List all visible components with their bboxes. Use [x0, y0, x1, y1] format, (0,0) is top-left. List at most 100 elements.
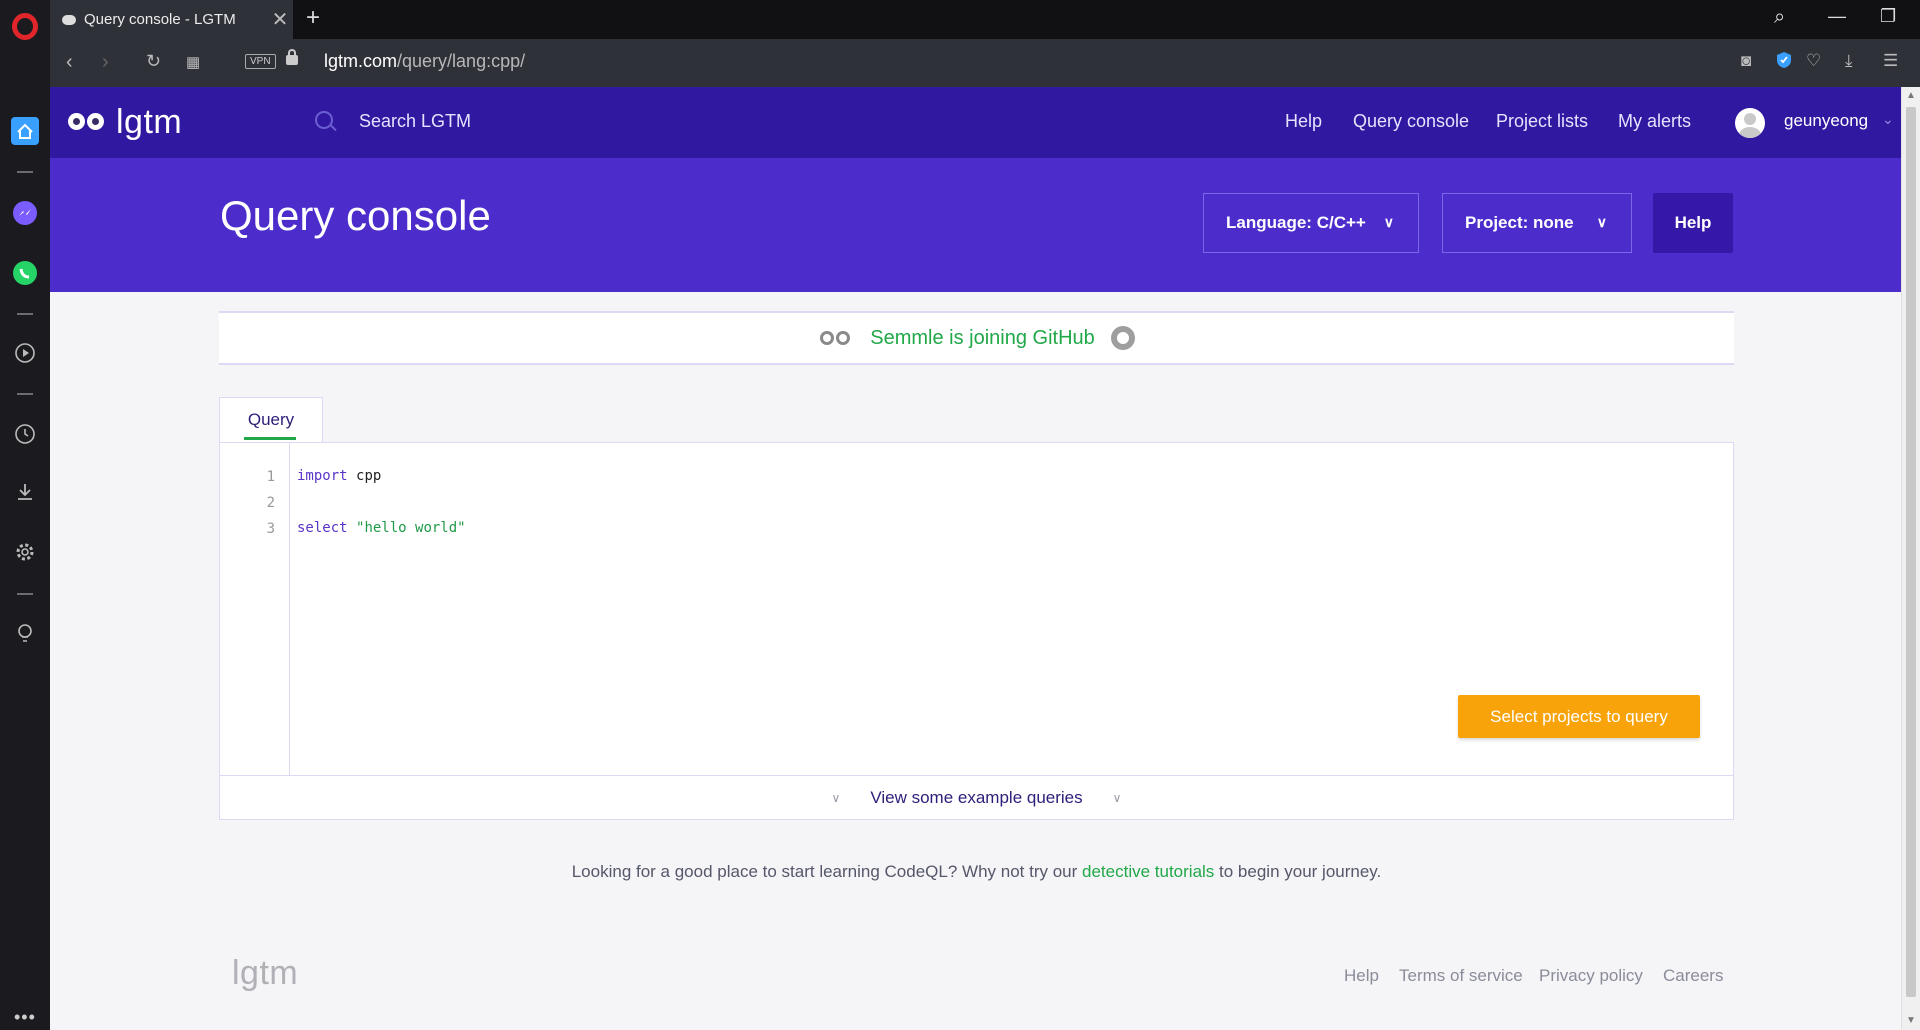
heart-icon[interactable]: ♡ — [1806, 51, 1821, 71]
user-avatar[interactable] — [1735, 108, 1765, 138]
owl-logo-icon — [818, 328, 852, 348]
code-line[interactable]: select "hello world" — [297, 520, 466, 536]
select-projects-button[interactable]: Select projects to query — [1458, 695, 1700, 738]
brand-text: lgtm — [116, 103, 183, 141]
browser-sidebar: ••• — [0, 0, 50, 1030]
opera-logo-icon[interactable] — [12, 13, 38, 40]
chevron-down-icon: ∨ — [1596, 214, 1607, 230]
help-button[interactable]: Help — [1653, 193, 1733, 253]
new-tab-icon[interactable]: + — [306, 4, 320, 32]
browser-tab[interactable]: Query console - LGTM ✕ — [50, 0, 293, 39]
tab-snapshot-grid-icon[interactable]: ▦ — [186, 53, 200, 71]
scroll-down-icon[interactable]: ▼ — [1906, 1015, 1916, 1026]
close-tab-icon[interactable]: ✕ — [267, 7, 293, 32]
lgtm-favicon-icon — [62, 14, 76, 25]
nav-project-lists[interactable]: Project lists — [1496, 111, 1588, 132]
minimize-icon[interactable]: — — [1828, 6, 1846, 27]
sidebar-divider — [17, 593, 33, 595]
page-scrollbar[interactable]: ▲ ▼ — [1901, 87, 1920, 1030]
search-input[interactable]: Search LGTM — [359, 111, 471, 132]
tab-query[interactable]: Query — [219, 397, 323, 442]
page-title: Query console — [220, 192, 491, 239]
nav-my-alerts[interactable]: My alerts — [1618, 111, 1691, 132]
shield-icon[interactable] — [1776, 51, 1792, 74]
detective-tutorials-link[interactable]: detective tutorials — [1082, 862, 1214, 881]
query-editor[interactable]: 1 2 3 import cpp select "hello world" Se… — [219, 442, 1734, 820]
code-line[interactable]: import cpp — [297, 468, 381, 484]
scroll-thumb[interactable] — [1906, 107, 1916, 997]
download-icon[interactable]: ⤓ — [1845, 51, 1853, 71]
address-bar: ‹ › ↻ ▦ VPN lgtm.com/query/lang:cpp/ ◙ ♡… — [50, 39, 1920, 87]
footer-logo[interactable]: lgtm — [232, 954, 298, 993]
example-queries-toggle[interactable]: ∨ View some example queries ∨ — [220, 775, 1733, 819]
username[interactable]: geunyeong — [1784, 111, 1868, 131]
back-icon[interactable]: ‹ — [66, 51, 73, 74]
scroll-up-icon[interactable]: ▲ — [1906, 90, 1916, 101]
lgtm-logo[interactable]: lgtm — [68, 103, 183, 141]
banner-text[interactable]: Semmle is joining GitHub — [870, 327, 1095, 350]
nav-help[interactable]: Help — [1285, 111, 1322, 132]
history-icon[interactable] — [11, 420, 39, 448]
downloads-icon[interactable] — [11, 478, 39, 506]
learning-hint: Looking for a good place to start learni… — [219, 862, 1734, 882]
project-dropdown[interactable]: Project: none ∨ — [1442, 193, 1632, 253]
sidebar-divider — [17, 393, 33, 395]
player-icon[interactable] — [11, 339, 39, 367]
tab-title: Query console - LGTM — [84, 11, 236, 28]
footer-careers-link[interactable]: Careers — [1663, 966, 1723, 986]
camera-icon[interactable]: ◙ — [1741, 51, 1751, 71]
line-number-gutter: 1 2 3 — [220, 443, 290, 775]
sidebar-divider — [17, 313, 33, 315]
string-token: "hello world" — [356, 520, 466, 536]
keyword-token: select — [297, 520, 348, 536]
language-value: C/C++ — [1316, 213, 1366, 232]
search-tabs-icon[interactable]: ⌕ — [1774, 6, 1785, 29]
more-options-icon[interactable]: ••• — [14, 1007, 36, 1028]
vpn-badge[interactable]: VPN — [245, 54, 276, 69]
learn-text-after: to begin your journey. — [1214, 862, 1382, 881]
forward-icon[interactable]: › — [102, 51, 109, 74]
lock-icon[interactable] — [286, 49, 298, 65]
chevron-down-icon: ∨ — [831, 790, 841, 805]
line-number: 1 — [266, 469, 275, 485]
speed-dial-home-icon[interactable] — [11, 117, 39, 145]
chevron-down-icon: ∨ — [1383, 214, 1394, 230]
restore-icon[interactable]: ❐ — [1880, 6, 1896, 27]
identifier-token: cpp — [356, 468, 382, 484]
browser-tabbar: Query console - LGTM ✕ + ⌕ — ❐ ✕ — [50, 0, 1920, 39]
page-header: Query console Language: C/C++ ∨ Project:… — [50, 158, 1901, 292]
chevron-down-icon[interactable]: ⌄ — [1882, 111, 1894, 128]
line-number: 3 — [266, 521, 275, 537]
reload-icon[interactable]: ↻ — [146, 51, 161, 72]
chevron-down-icon: ∨ — [1112, 790, 1122, 805]
project-label: Project: — [1465, 213, 1529, 232]
language-dropdown[interactable]: Language: C/C++ ∨ — [1203, 193, 1419, 253]
language-label: Language: — [1226, 213, 1312, 232]
sidebar-divider — [17, 171, 33, 173]
owl-logo-icon — [68, 109, 106, 135]
announcement-banner[interactable]: Semmle is joining GitHub — [219, 311, 1734, 365]
active-tab-indicator — [244, 437, 296, 440]
lightbulb-icon[interactable] — [11, 619, 39, 647]
web-page: lgtm Search LGTM Help Query console Proj… — [50, 87, 1901, 1030]
footer-terms-link[interactable]: Terms of service — [1399, 966, 1523, 986]
settings-gear-icon[interactable] — [11, 538, 39, 566]
tab-query-label: Query — [247, 410, 295, 429]
url-domain: lgtm.com — [324, 51, 398, 71]
footer-privacy-link[interactable]: Privacy policy — [1539, 966, 1643, 986]
lgtm-top-nav: lgtm Search LGTM Help Query console Proj… — [50, 87, 1901, 158]
learn-text-before: Looking for a good place to start learni… — [571, 862, 1083, 881]
project-value: none — [1533, 213, 1574, 232]
footer-help-link[interactable]: Help — [1344, 966, 1379, 986]
keyword-token: import — [297, 468, 348, 484]
url-field[interactable]: lgtm.com/query/lang:cpp/ — [324, 51, 525, 72]
messenger-icon[interactable] — [11, 199, 39, 227]
example-queries-label[interactable]: View some example queries — [870, 788, 1082, 808]
line-number: 2 — [266, 495, 275, 511]
easy-setup-icon[interactable]: ☰ — [1883, 51, 1898, 71]
whatsapp-icon[interactable] — [11, 259, 39, 287]
github-icon — [1110, 326, 1135, 350]
url-path: /query/lang:cpp/ — [397, 51, 526, 71]
nav-query-console[interactable]: Query console — [1353, 111, 1469, 132]
search-icon[interactable] — [315, 111, 333, 129]
